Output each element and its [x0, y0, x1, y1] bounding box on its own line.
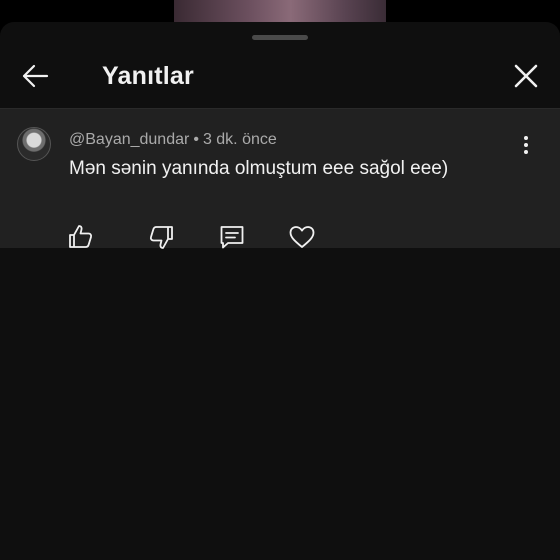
comment-author[interactable]: @Bayan_dundar — [69, 131, 189, 148]
like-button[interactable] — [66, 222, 96, 252]
more-options-button[interactable] — [516, 133, 536, 157]
sheet-header: Yanıtlar — [0, 52, 560, 108]
thumb-down-icon — [149, 226, 173, 249]
close-button[interactable] — [510, 60, 542, 92]
reply-button[interactable] — [217, 222, 247, 252]
meta-separator: • — [193, 131, 199, 148]
comment-icon — [220, 226, 244, 249]
comment-time: 3 dk. önce — [202, 131, 277, 148]
more-vertical-icon — [524, 136, 528, 154]
heart-icon — [289, 226, 315, 248]
avatar[interactable] — [17, 127, 51, 161]
dislike-button[interactable] — [146, 222, 176, 252]
comment-item: @Bayan_dundar • 3 dk. önce Mən sənin yanın… — [0, 109, 560, 249]
close-icon — [514, 64, 538, 88]
heart-button[interactable] — [287, 222, 317, 252]
drag-handle[interactable] — [252, 35, 308, 40]
comment-meta: @Bayan_dundar • 3 dk. önce — [69, 131, 277, 149]
page-title: Yanıtlar — [102, 62, 194, 90]
replies-sheet: Yanıtlar @Bayan_dundar • 3 dk. önce Mən sə… — [0, 22, 560, 560]
video-preview — [174, 0, 386, 24]
thumb-up-icon — [69, 225, 93, 248]
back-button[interactable] — [18, 58, 54, 94]
arrow-left-icon — [22, 64, 49, 88]
comment-text: Mən sənin yanında olmuştum eee sağol eee… — [69, 158, 449, 179]
